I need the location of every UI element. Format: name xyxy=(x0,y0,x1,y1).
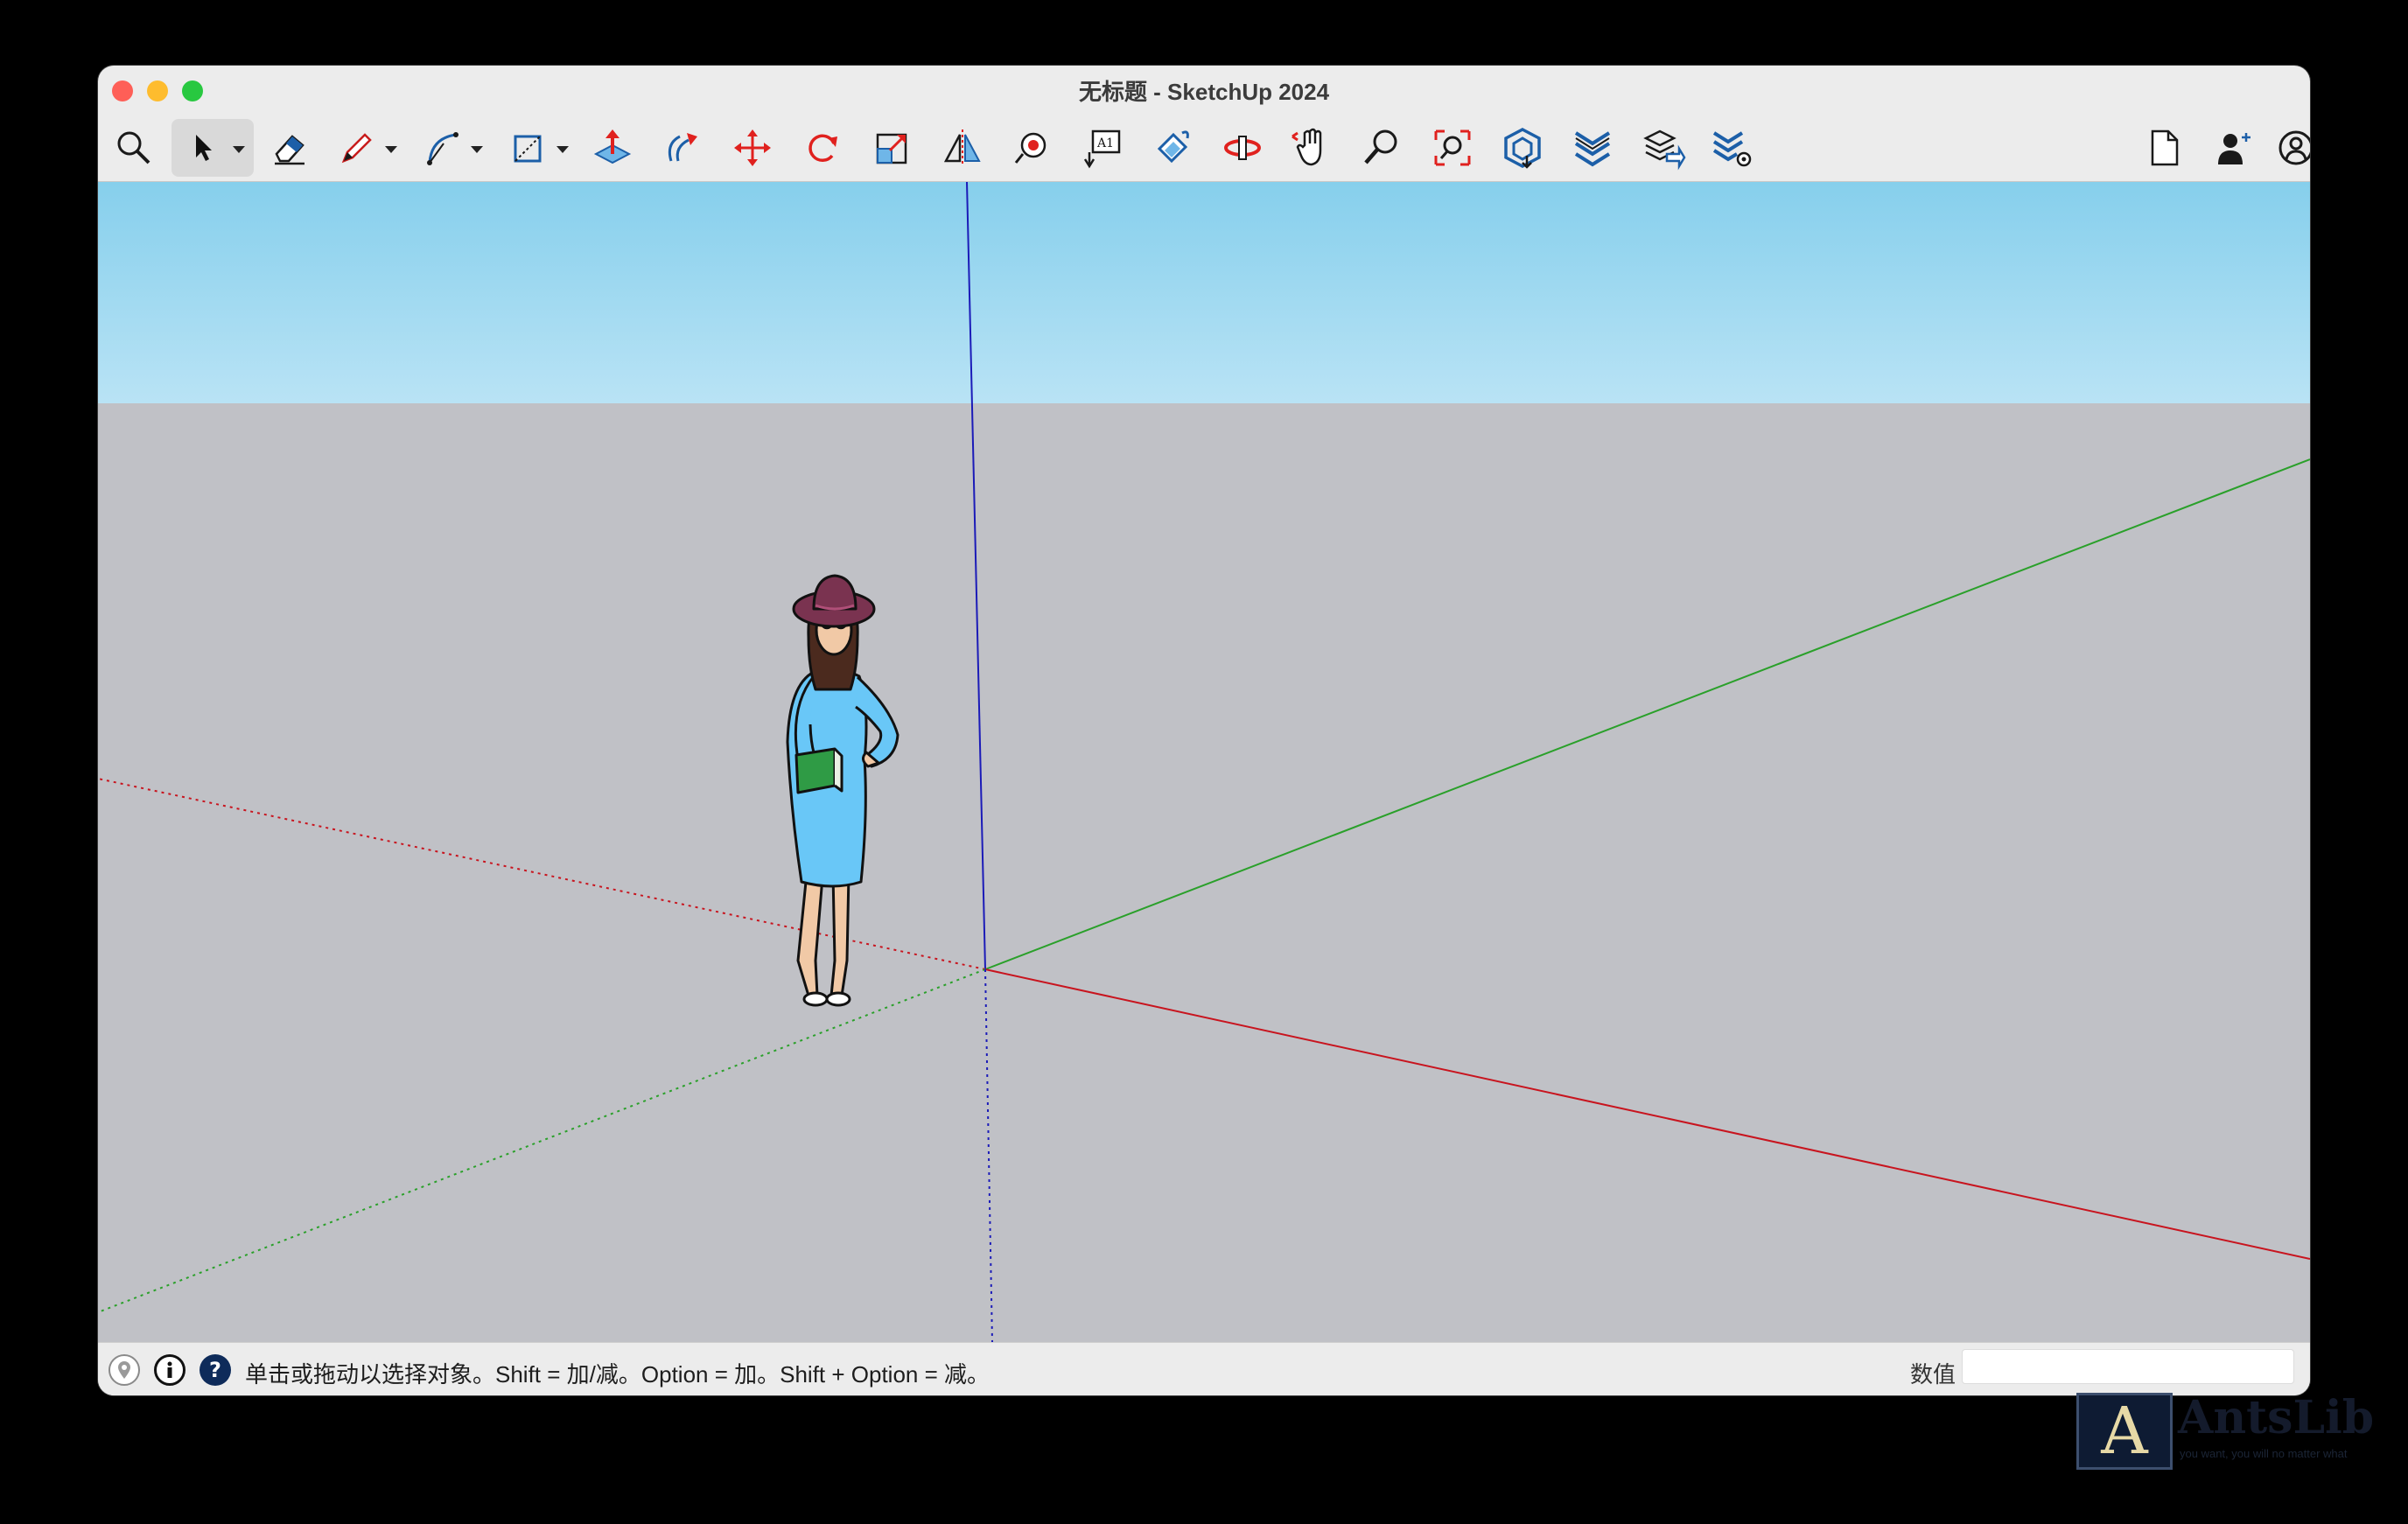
watermark-subtitle: you want, you will no matter what xyxy=(2180,1447,2348,1460)
pan-tool[interactable] xyxy=(1284,119,1341,177)
text-icon: A1 xyxy=(1083,129,1121,169)
title-bar: 无标题 - SketchUp 2024 xyxy=(98,66,2310,115)
chevron-down-icon[interactable] xyxy=(556,146,569,153)
help-icon: ? xyxy=(209,1358,221,1382)
watermark-logo: A xyxy=(2076,1393,2173,1470)
sketchup-window: 无标题 - SketchUp 2024 A1 ? 单击或拖动以选择对象。Shif… xyxy=(98,66,2310,1395)
pencil-icon xyxy=(341,133,372,164)
watermark: A AntsLib you want, you will no matter w… xyxy=(2076,1391,2374,1472)
arc-icon xyxy=(427,132,458,165)
3d-warehouse-icon xyxy=(1504,128,1541,169)
push-pull-tool[interactable] xyxy=(584,119,641,177)
account-button[interactable] xyxy=(2204,119,2262,177)
layout-icon xyxy=(1643,129,1686,171)
arc-tool[interactable] xyxy=(413,119,492,177)
profile-button[interactable] xyxy=(2267,119,2310,177)
window-controls xyxy=(112,80,203,101)
chevron-down-icon[interactable] xyxy=(385,146,397,153)
location-pin-icon xyxy=(118,1361,130,1379)
red-axis xyxy=(984,968,2310,1260)
extension-warehouse-tool[interactable] xyxy=(1564,119,1621,177)
toolbar: A1 xyxy=(98,115,2310,182)
rotate-icon xyxy=(808,134,837,163)
search-button[interactable] xyxy=(105,119,163,177)
paint-bucket-tool[interactable] xyxy=(1144,119,1201,177)
scale-figure[interactable] xyxy=(786,574,900,1007)
svg-text:A1: A1 xyxy=(1096,136,1114,150)
measurements-label: 数值 xyxy=(1910,1361,1956,1388)
window-title: 无标题 - SketchUp 2024 xyxy=(1078,78,1330,105)
info-icon xyxy=(167,1361,172,1378)
instructor-button[interactable]: ? xyxy=(200,1354,231,1386)
paint-bucket-icon xyxy=(1157,130,1189,164)
close-button[interactable] xyxy=(112,80,133,101)
zoom-icon xyxy=(1364,129,1397,164)
profile-icon xyxy=(2278,130,2310,165)
minimize-button[interactable] xyxy=(147,80,168,101)
layout-tool[interactable] xyxy=(1634,119,1691,177)
zoom-extents-tool[interactable] xyxy=(1424,119,1481,177)
measurements-field[interactable] xyxy=(1962,1349,2294,1384)
new-document-icon xyxy=(2151,129,2179,166)
zoom-tool[interactable] xyxy=(1354,119,1411,177)
green-axis xyxy=(984,458,2310,970)
scale-tool[interactable] xyxy=(864,119,921,177)
extension-manager-icon xyxy=(1712,131,1752,167)
flip-tool[interactable] xyxy=(934,119,991,177)
rectangle-icon xyxy=(514,135,542,163)
new-document-button[interactable] xyxy=(2135,119,2193,177)
pan-icon xyxy=(1292,128,1322,166)
shape-tool[interactable] xyxy=(499,119,578,177)
chevron-down-icon[interactable] xyxy=(233,146,245,153)
scale-icon xyxy=(876,133,907,164)
scene-canvas xyxy=(98,182,2310,1342)
status-hint: 单击或拖动以选择对象。Shift = 加/减。Option = 加。Shift … xyxy=(245,1361,990,1388)
move-icon xyxy=(734,129,771,166)
follow-me-icon xyxy=(668,133,697,162)
extension-manager-tool[interactable] xyxy=(1704,119,1761,177)
green-axis-negative xyxy=(98,968,986,1313)
orbit-tool[interactable] xyxy=(1214,119,1271,177)
credits-button[interactable] xyxy=(154,1354,186,1386)
rotate-tool[interactable] xyxy=(794,119,851,177)
text-tool[interactable]: A1 xyxy=(1074,119,1131,177)
status-bar: ? 单击或拖动以选择对象。Shift = 加/减。Option = 加。Shif… xyxy=(98,1342,2310,1395)
tape-measure-tool[interactable] xyxy=(1004,119,1061,177)
select-icon xyxy=(196,135,212,161)
eraser-tool[interactable] xyxy=(261,119,318,177)
model-viewport[interactable] xyxy=(98,182,2310,1342)
search-icon xyxy=(117,131,150,164)
chevron-down-icon[interactable] xyxy=(471,146,483,153)
zoom-extents-icon xyxy=(1434,129,1471,166)
line-tool[interactable] xyxy=(327,119,406,177)
push-pull-icon xyxy=(593,129,632,164)
warehouse-tool[interactable] xyxy=(1494,119,1551,177)
geo-location-button[interactable] xyxy=(108,1354,140,1386)
flip-icon xyxy=(943,129,981,166)
orbit-icon xyxy=(1224,136,1261,160)
follow-me-tool[interactable] xyxy=(654,119,711,177)
zoom-button[interactable] xyxy=(182,80,203,101)
blue-axis xyxy=(966,182,986,970)
extension-warehouse-icon xyxy=(1574,131,1611,167)
tape-measure-icon xyxy=(1014,132,1046,164)
blue-axis-negative xyxy=(984,968,993,1342)
watermark-text: AntsLib xyxy=(2178,1391,2375,1444)
select-tool[interactable] xyxy=(172,119,254,177)
account-icon xyxy=(2218,133,2250,164)
move-tool[interactable] xyxy=(724,119,781,177)
eraser-icon xyxy=(275,135,304,165)
